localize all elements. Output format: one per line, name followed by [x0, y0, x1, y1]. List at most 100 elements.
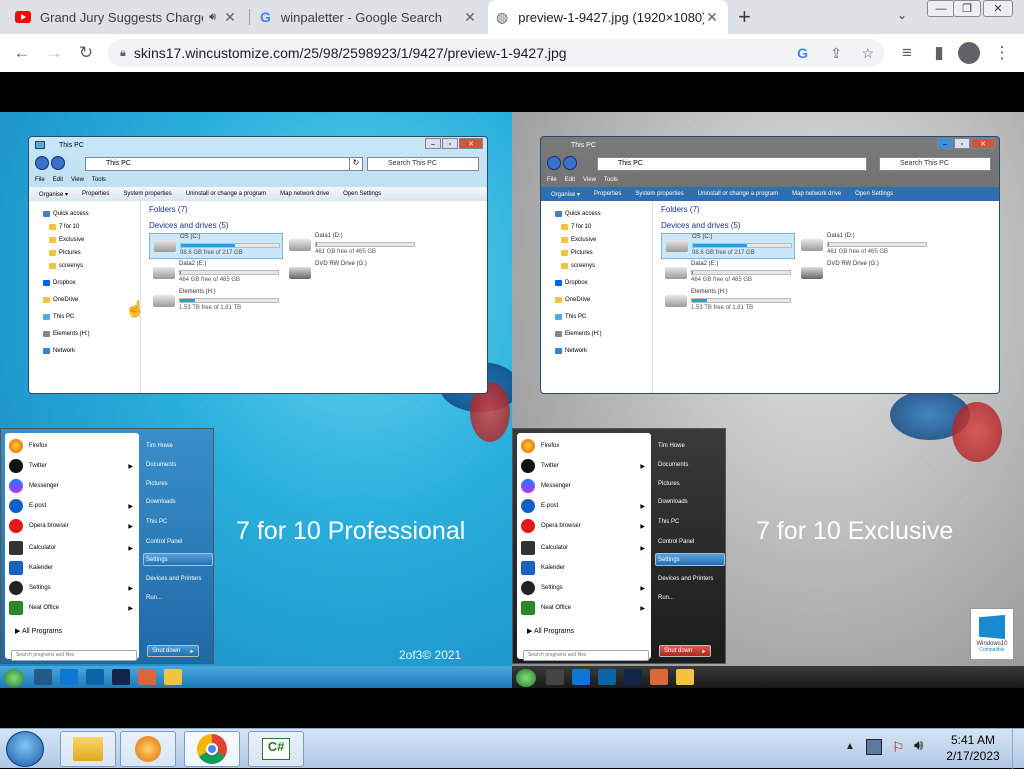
media-control-icon[interactable]: ≡: [893, 39, 921, 67]
nav-quick-access[interactable]: Quick access: [43, 211, 89, 217]
preview-image[interactable]: This PC – ▫ ✕ This PC ↻ Search This PC F…: [0, 112, 1024, 688]
sm-user[interactable]: Tim Howe: [658, 443, 685, 449]
tab-youtube[interactable]: Grand Jury Suggests Charge 🔊︎ ✕: [6, 0, 246, 34]
sm-documents[interactable]: Documents: [658, 462, 688, 468]
cmd-map-drive[interactable]: Map network drive: [792, 191, 841, 197]
refresh-icon[interactable]: ↻: [349, 157, 363, 171]
program-search[interactable]: Search programs and files: [523, 650, 649, 661]
nav-pictures[interactable]: Pictures: [561, 250, 593, 256]
nav-network[interactable]: Network: [43, 348, 75, 354]
cmd-uninstall[interactable]: Uninstall or change a program: [698, 191, 778, 197]
reload-icon[interactable]: ↻: [72, 39, 100, 67]
folder-icon[interactable]: [164, 669, 182, 685]
more-menu-icon[interactable]: ⋮: [988, 39, 1016, 67]
sm-pictures[interactable]: Pictures: [658, 481, 680, 487]
profile-avatar[interactable]: [958, 42, 980, 64]
sm-downloads[interactable]: Downloads: [146, 499, 176, 505]
tab-preview[interactable]: ◍ preview-1-9427.jpg (1920×1080) ✕: [488, 0, 728, 34]
nav-7for10[interactable]: 7 for 10: [49, 224, 79, 230]
google-lens-icon[interactable]: G: [797, 45, 808, 61]
nav-this-pc[interactable]: This PC: [43, 314, 74, 320]
address-bar[interactable]: 🔒︎ skins17.wincustomize.com/25/98/259892…: [108, 39, 884, 67]
min-button[interactable]: –: [937, 138, 953, 149]
cmd-system-properties[interactable]: System properties: [123, 191, 171, 197]
sm-this-pc[interactable]: This PC: [146, 519, 167, 525]
sm-devices[interactable]: Devices and Printers: [658, 576, 713, 582]
search-field[interactable]: Search This PC: [367, 157, 479, 171]
skype-icon[interactable]: [572, 669, 590, 685]
sm-settings[interactable]: Settings: [146, 557, 168, 563]
folder-icon[interactable]: [676, 669, 694, 685]
edge-icon[interactable]: [598, 669, 616, 685]
drive-e[interactable]: Data2 (E:) 464 GB free of 465 GB: [661, 261, 795, 287]
cmd-organise[interactable]: Organise ▾: [39, 191, 68, 198]
close-button[interactable]: ✕: [971, 138, 995, 149]
search-field[interactable]: Search This PC: [879, 157, 991, 171]
cmd-map-drive[interactable]: Map network drive: [280, 191, 329, 197]
nav-pictures[interactable]: Pictures: [49, 250, 81, 256]
back-button[interactable]: [547, 156, 561, 170]
app-firefox[interactable]: Firefox: [521, 437, 649, 455]
nav-quick-access[interactable]: Quick access: [555, 211, 601, 217]
tab-search-icon[interactable]: ⌄: [897, 8, 907, 22]
folders-header[interactable]: Folders (7): [661, 205, 700, 214]
nav-dropbox[interactable]: Dropbox: [43, 280, 76, 286]
close-tab-icon[interactable]: ✕: [704, 9, 720, 26]
close-window-button[interactable]: ✕: [983, 0, 1013, 17]
menu-view[interactable]: View: [71, 177, 84, 183]
side-panel-icon[interactable]: ▮: [925, 39, 953, 67]
all-programs[interactable]: ▶ All Programs: [15, 627, 62, 635]
address-field[interactable]: This PC: [597, 157, 867, 171]
speaker-icon[interactable]: 🔊︎: [209, 11, 216, 24]
app-calculator[interactable]: Calculator ▶: [521, 539, 649, 557]
app-epost[interactable]: E-post ▶: [521, 497, 649, 515]
show-desktop-button[interactable]: [1012, 729, 1024, 769]
sm-devices[interactable]: Devices and Printers: [146, 576, 201, 582]
volume-icon[interactable]: 🔊︎: [914, 737, 923, 754]
sm-pictures[interactable]: Pictures: [146, 481, 168, 487]
forward-button[interactable]: [563, 156, 577, 170]
address-field[interactable]: This PC: [85, 157, 355, 171]
back-icon[interactable]: ←: [8, 39, 36, 67]
nav-exclusive[interactable]: Exclusive: [49, 237, 84, 243]
nav-7for10[interactable]: 7 for 10: [561, 224, 591, 230]
taskbar-csharp[interactable]: C#: [248, 731, 304, 767]
close-tab-icon[interactable]: ✕: [462, 9, 478, 26]
bookmark-star-icon[interactable]: ☆: [861, 45, 874, 62]
cmd-open-settings[interactable]: Open Settings: [855, 191, 893, 197]
start-orb-icon[interactable]: [6, 731, 44, 767]
start-orb-icon[interactable]: [516, 669, 536, 687]
close-button[interactable]: ✕: [459, 138, 483, 149]
app-opera[interactable]: Opera browser ▶: [521, 517, 649, 535]
taskbar-file-explorer[interactable]: [60, 731, 116, 767]
flag-icon[interactable]: ⚐: [892, 739, 905, 756]
sm-this-pc[interactable]: This PC: [658, 519, 679, 525]
min-button[interactable]: –: [425, 138, 441, 149]
cmd-properties[interactable]: Properties: [594, 191, 621, 197]
app-settings[interactable]: Settings ▶: [521, 579, 649, 597]
clock[interactable]: 5:41 AM 2/17/2023: [942, 733, 1004, 763]
sm-control-panel[interactable]: Control Panel: [658, 539, 694, 545]
menu-tools[interactable]: Tools: [604, 177, 618, 183]
app-neat-office[interactable]: Neat Office ▶: [9, 599, 137, 617]
drive-h[interactable]: Elements (H:) 1.53 TB free of 1.81 TB: [149, 289, 283, 315]
nav-screenys[interactable]: screenys: [561, 263, 595, 269]
cmd-properties[interactable]: Properties: [82, 191, 109, 197]
menu-view[interactable]: View: [583, 177, 596, 183]
drive-g[interactable]: DVD RW Drive (G:): [285, 261, 419, 287]
forward-icon[interactable]: →: [40, 39, 68, 67]
minimize-button[interactable]: —: [927, 0, 955, 17]
menu-file[interactable]: File: [35, 177, 45, 183]
nav-screenys[interactable]: screenys: [49, 263, 83, 269]
edge-icon[interactable]: [86, 669, 104, 685]
forward-button[interactable]: [51, 156, 65, 170]
app-twitter[interactable]: Twitter ▶: [521, 457, 649, 475]
app-kalender[interactable]: Kalender: [521, 559, 649, 577]
app-twitter[interactable]: Twitter ▶: [9, 457, 137, 475]
network-icon[interactable]: [866, 739, 882, 755]
cmd-open-settings[interactable]: Open Settings: [343, 191, 381, 197]
drive-c[interactable]: OS (C:) 98.6 GB free of 217 GB: [149, 233, 283, 259]
sm-documents[interactable]: Documents: [146, 462, 176, 468]
taskbar-chrome[interactable]: [184, 731, 240, 767]
tab-google[interactable]: G winpaletter - Google Search ✕: [252, 0, 486, 34]
